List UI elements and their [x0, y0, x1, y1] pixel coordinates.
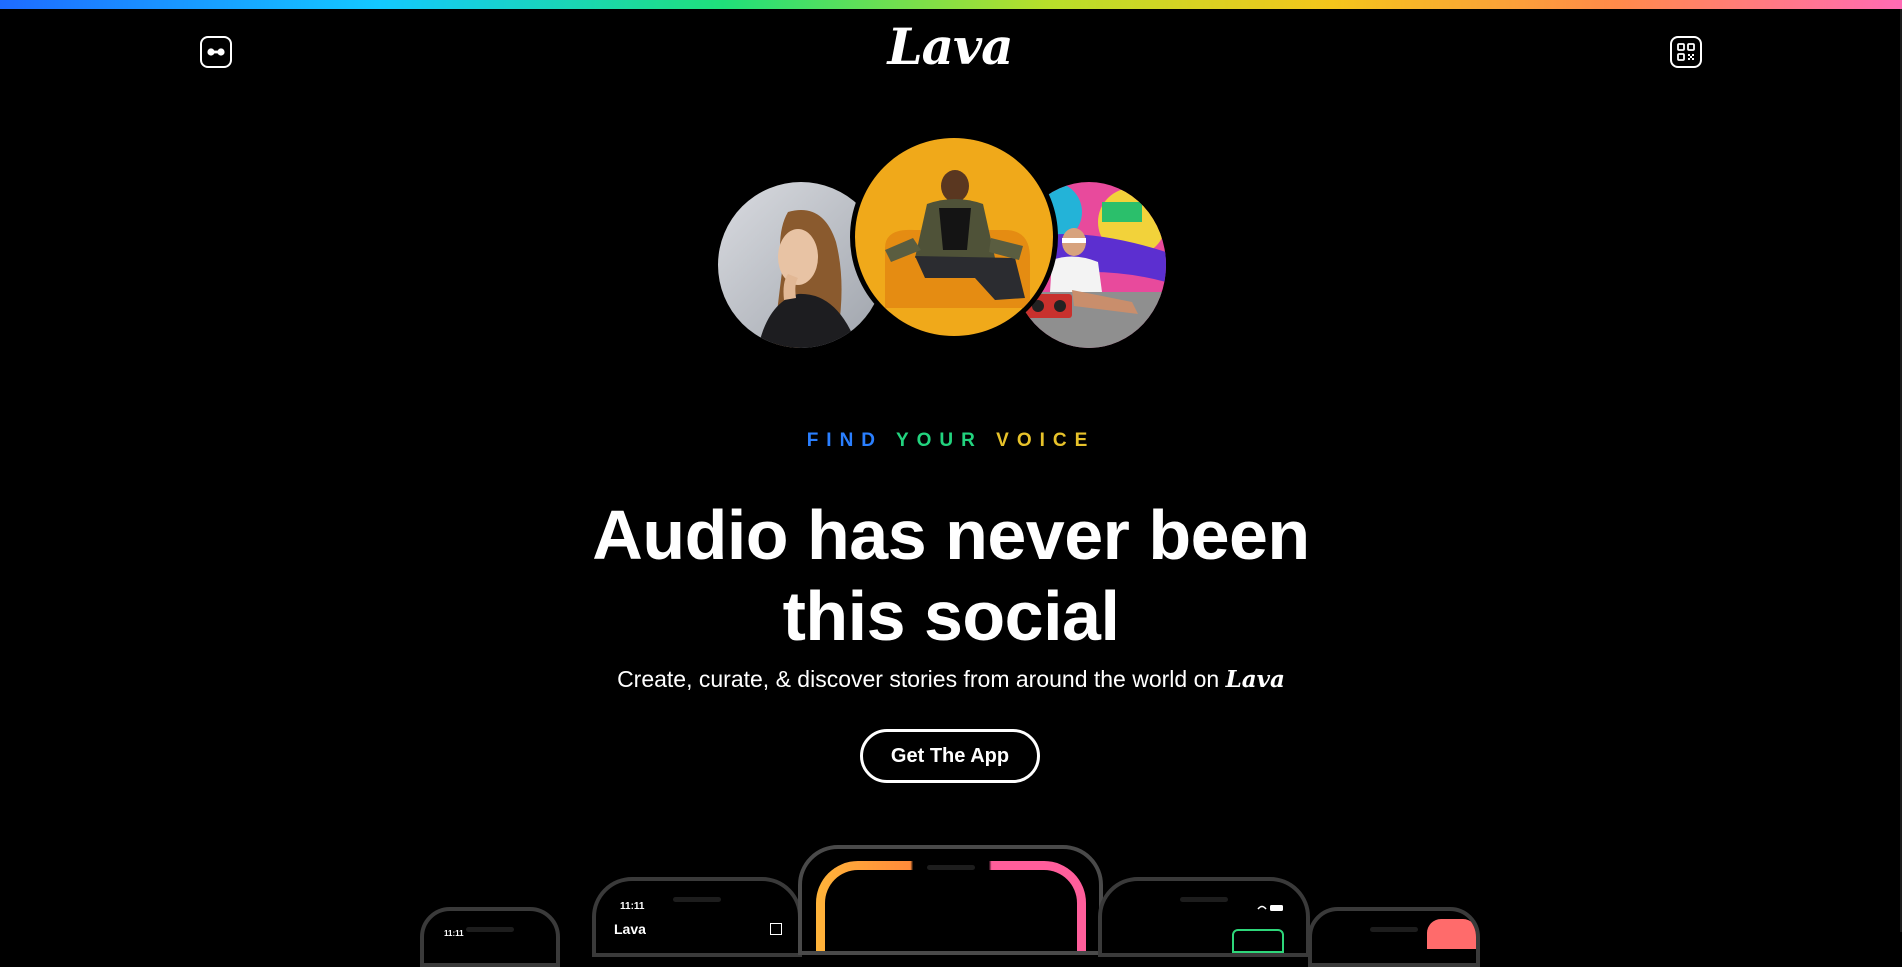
infinity-toggle-icon — [207, 48, 225, 56]
rainbow-top-bar — [0, 0, 1902, 9]
subline-text: Create, curate, & discover stories from … — [617, 666, 1220, 692]
phone-notch — [1180, 897, 1228, 902]
subline-brand: Lava — [1225, 666, 1285, 693]
eyebrow-word-find: FIND — [806, 430, 884, 451]
phone-notch — [466, 927, 514, 932]
phone-mockup-center — [798, 845, 1103, 955]
phone-card — [1232, 929, 1284, 953]
eyebrow-word-voice: VOICE — [996, 430, 1096, 451]
phone-time: 11:11 — [620, 901, 645, 912]
phone-card — [1427, 919, 1476, 949]
qr-code-icon — [770, 923, 782, 935]
menu-button[interactable] — [200, 36, 232, 68]
hero-subline: Create, curate, & discover stories from … — [451, 666, 1451, 693]
eyebrow-word-your: YOUR — [895, 430, 983, 451]
hero-eyebrow: FIND YOUR VOICE — [0, 430, 1902, 452]
phone-app-title: Lava — [614, 921, 646, 937]
phone-notch — [926, 865, 975, 870]
phone-gradient-ring — [816, 861, 1086, 951]
battery-icon — [1256, 903, 1286, 916]
phone-notch — [1370, 927, 1418, 932]
phone-mockup-far-left: 11:11 — [420, 907, 560, 967]
phone-notch — [673, 897, 721, 902]
qr-code-button[interactable] — [1670, 36, 1702, 68]
site-logo[interactable]: Lava — [870, 12, 1030, 82]
phone-time: 11:11 — [444, 929, 464, 938]
avatar-man-yellow-chair — [850, 133, 1058, 341]
qr-code-icon — [1677, 43, 1695, 61]
get-the-app-button[interactable]: Get The App — [860, 729, 1040, 783]
hero-headline: Audio has never been this social — [551, 495, 1351, 657]
phone-mockup-far-right — [1308, 907, 1480, 967]
headline-line-2: this social — [782, 577, 1120, 655]
headline-line-1: Audio has never been — [592, 496, 1310, 574]
phone-mockup-right — [1098, 877, 1310, 957]
phone-mockup-left: 11:11 Lava — [592, 877, 802, 957]
